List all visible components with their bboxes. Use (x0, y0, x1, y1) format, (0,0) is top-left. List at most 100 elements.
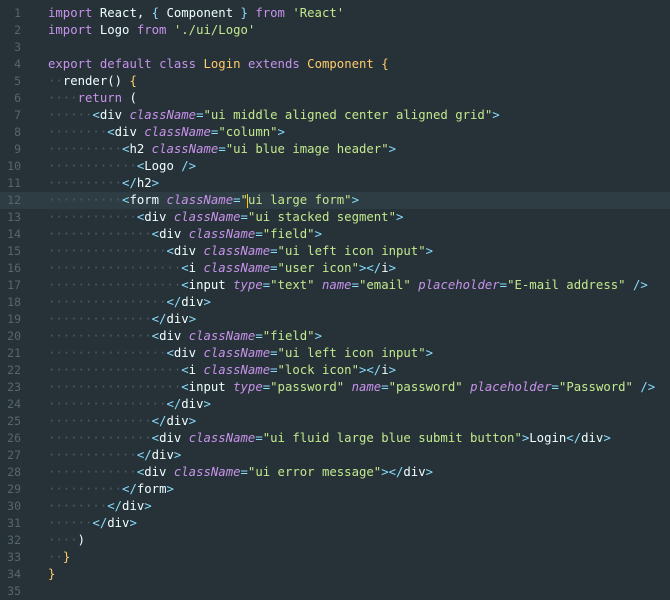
code-line[interactable]: 15 ················<div className="ui lef… (0, 243, 670, 260)
code-line[interactable]: 16 ··················<i className="user i… (0, 260, 670, 277)
line-number: 33 (7, 550, 21, 564)
code-token: "ui middle aligned center aligned grid" (203, 108, 493, 122)
code-line[interactable]: 18 ················</div> (0, 294, 670, 311)
code-line[interactable]: 26 ··············<div className="ui fluid… (0, 430, 670, 447)
code-token: className (203, 261, 271, 275)
code-token: = (499, 278, 508, 292)
code-token: div (581, 431, 604, 445)
code-line[interactable]: 6 ····return ( (0, 90, 670, 107)
code-token: return (77, 91, 123, 105)
code-line[interactable]: 14 ··············<div className="field"> (0, 226, 670, 243)
code-token: div (107, 516, 130, 530)
code-line[interactable]: 10 ············<Logo /> (0, 158, 670, 175)
code-line[interactable]: 8 ········<div className="column"> (0, 124, 670, 141)
code-token: class (159, 57, 197, 71)
code-token: } (240, 6, 248, 20)
code-line[interactable]: 19 ··············</div> (0, 311, 670, 328)
code-token: div (403, 465, 426, 479)
code-line[interactable]: 1 import React, { Component } from 'React… (0, 5, 670, 22)
code-line[interactable]: 11 ··········</h2> (0, 175, 670, 192)
code-line[interactable]: 27 ············</div> (0, 447, 670, 464)
code-line[interactable]: 34} (0, 566, 670, 583)
code-token: = (240, 465, 248, 479)
code-token: 'React' (292, 6, 345, 20)
line-number: 28 (7, 465, 21, 479)
code-token: = (196, 108, 204, 122)
code-token: ·············· (48, 431, 152, 445)
code-token: from (136, 23, 167, 37)
code-token: "ui error message" (247, 465, 382, 479)
code-token: div (181, 397, 204, 411)
line-number: 5 (14, 74, 21, 88)
code-text: ··················<input type="password"… (48, 379, 670, 396)
code-line[interactable]: 12 ··········<form className="ui large fo… (0, 192, 670, 209)
code-line[interactable]: 30 ········</div> (0, 498, 670, 515)
code-token: < (181, 363, 189, 377)
line-number: 10 (7, 159, 21, 173)
code-line[interactable]: 5 ··render() { (0, 73, 670, 90)
line-number: 25 (7, 414, 21, 428)
code-text: export default class Login extends Compo… (48, 56, 670, 73)
code-line[interactable]: 20 ··············<div className="field"> (0, 328, 670, 345)
code-token: "ui stacked segment" (247, 210, 396, 224)
code-token: placeholder (470, 380, 552, 394)
code-line[interactable]: 33 ··} (0, 549, 670, 566)
code-token: Logo (144, 159, 174, 173)
code-token: ></ (381, 465, 404, 479)
code-token: div (144, 465, 167, 479)
line-number: 29 (7, 482, 21, 496)
line-number: 24 (7, 397, 21, 411)
code-token: </ (566, 431, 582, 445)
code-text: ··············<div className="field"> (48, 328, 670, 345)
code-line[interactable]: 7 ······<div className="ui middle aligned… (0, 107, 670, 124)
code-token: < (151, 329, 160, 343)
code-token: ·················· (48, 278, 182, 292)
code-text: ······<div className="ui middle aligned … (48, 107, 670, 124)
code-token: name (351, 380, 382, 394)
code-token: > (492, 108, 500, 122)
code-line[interactable]: 9 ··········<h2 className="ui blue image … (0, 141, 670, 158)
code-editor[interactable]: 1 import React, { Component } from 'React… (0, 0, 670, 600)
code-token: div (144, 210, 167, 224)
line-number: 2 (14, 23, 21, 37)
code-line[interactable]: 21 ················<div className="ui lef… (0, 345, 670, 362)
code-line[interactable]: 3 (0, 39, 670, 56)
code-line[interactable]: 13 ············<div className="ui stacked… (0, 209, 670, 226)
code-token: "E-mail address" (507, 278, 626, 292)
code-token: /> (181, 159, 197, 173)
code-line[interactable]: 2 import Logo from './ui/Logo' (0, 22, 670, 39)
code-token: </ (92, 516, 108, 530)
code-token: name (321, 278, 352, 292)
code-line[interactable]: 29 ··········</form> (0, 481, 670, 498)
code-token: import (48, 23, 93, 37)
line-number: 34 (7, 567, 21, 581)
code-token: className (151, 142, 219, 156)
code-token: ················ (48, 397, 167, 411)
code-token: "password" (270, 380, 345, 394)
code-text: ····return ( (48, 90, 670, 107)
code-token: ·········· (48, 176, 123, 190)
code-line[interactable]: 24 ················</div> (0, 396, 670, 413)
code-text: import React, { Component } from 'React' (48, 5, 670, 22)
code-line[interactable]: 4 export default class Login extends Comp… (0, 56, 670, 73)
code-token: ············ (48, 448, 137, 462)
code-token: type (233, 278, 263, 292)
code-token: "column" (218, 125, 278, 139)
code-token: > (396, 210, 404, 224)
code-line[interactable]: 25 ··············</div> (0, 413, 670, 430)
code-line[interactable]: 28 ············<div className="ui error m… (0, 464, 670, 481)
code-line[interactable]: 35 (0, 583, 670, 600)
code-line[interactable]: 32 ····) (0, 532, 670, 549)
code-line[interactable]: 22 ··················<i className="lock i… (0, 362, 670, 379)
code-line[interactable]: 17 ··················<input type = "text" n… (0, 277, 670, 294)
line-number: 27 (7, 448, 21, 462)
code-token: "field" (262, 329, 315, 343)
code-line[interactable]: 23 ··················<input type="passwor… (0, 379, 670, 396)
code-line[interactable]: 31 ······</div> (0, 515, 670, 532)
code-token: render() (62, 74, 130, 88)
